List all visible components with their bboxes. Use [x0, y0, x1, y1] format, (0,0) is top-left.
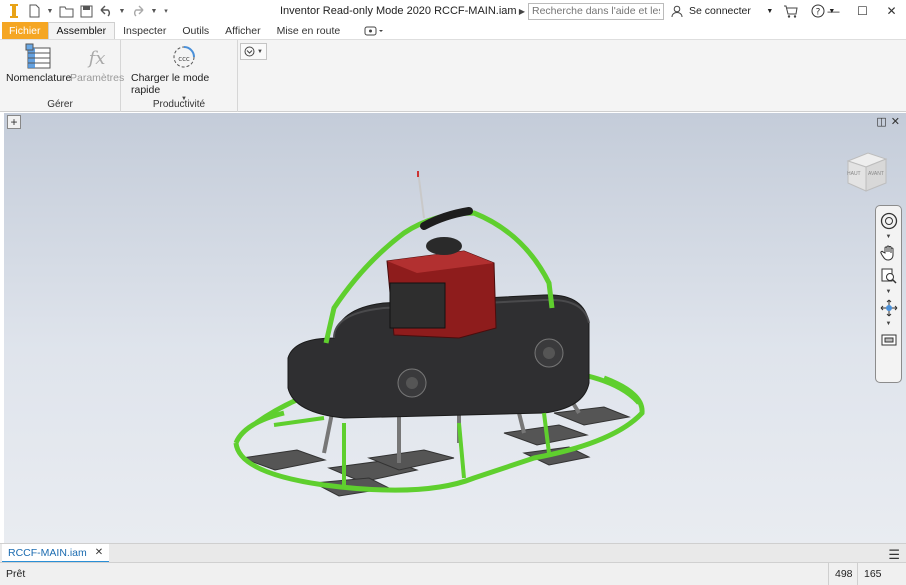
tab-assembler[interactable]: Assembler: [47, 22, 116, 39]
status-value-1: 498: [828, 563, 859, 585]
ribbon-extra-caret-icon: ▼: [257, 48, 263, 55]
tab-outils[interactable]: Outils: [174, 22, 217, 39]
undo-dropdown-icon[interactable]: ▼: [118, 8, 126, 15]
assembly-model[interactable]: [4, 113, 906, 543]
nomenclature-icon: [23, 42, 55, 72]
minimize-icon[interactable]: —: [819, 0, 848, 22]
nomenclature-button[interactable]: Nomenclature: [6, 42, 71, 84]
charger-mode-rapide-button[interactable]: ccc Charger le mode rapide ▼: [131, 42, 237, 102]
close-icon[interactable]: ✕: [877, 0, 906, 22]
title-right-tools: ▶ Se connecter ▼ ? ▼: [516, 0, 837, 22]
pan-hand-icon[interactable]: [878, 242, 900, 264]
svg-text:fx: fx: [87, 48, 106, 69]
svg-text:ccc: ccc: [178, 55, 190, 63]
document-menu-icon[interactable]: ☰: [888, 547, 900, 563]
new-file-dropdown-icon[interactable]: ▼: [46, 8, 54, 15]
open-folder-icon[interactable]: [58, 3, 74, 19]
ribbon-extra-icon: [244, 46, 255, 57]
graphics-viewport[interactable]: + ◫ ✕ HAUT AVANT ▼ ▼ ▼: [4, 113, 906, 543]
document-tab-label: RCCF-MAIN.iam: [8, 546, 87, 559]
view-cube[interactable]: HAUT AVANT: [842, 147, 890, 195]
document-tab-bar: RCCF-MAIN.iam ✕ ☰: [0, 543, 906, 563]
sign-in-link[interactable]: Se connecter: [685, 0, 755, 22]
parametres-button[interactable]: fx Paramètres: [70, 42, 124, 84]
panel-productivite: ccc Charger le mode rapide ▼ Productivit…: [121, 40, 238, 112]
handle-grip: [420, 207, 473, 230]
status-value-2: 165: [857, 563, 888, 585]
ribbon-tabs: Fichier Assembler Inspecter Outils Affic…: [0, 22, 906, 39]
motor-side-box: [389, 282, 446, 329]
orbit-dropdown-icon[interactable]: ▼: [886, 320, 892, 328]
view-cube-front-label: AVANT: [868, 171, 884, 177]
parametres-fx-icon: fx: [81, 42, 113, 72]
user-icon[interactable]: [669, 0, 685, 22]
cart-icon[interactable]: [781, 0, 801, 22]
maximize-icon[interactable]: ☐: [848, 0, 877, 22]
tab-mise-en-route[interactable]: Mise en route: [269, 22, 349, 39]
orbit-icon[interactable]: [878, 297, 900, 319]
motor-top-cap: [426, 237, 462, 255]
view-cube-top-label: HAUT: [847, 171, 861, 177]
redo-icon[interactable]: [130, 3, 146, 19]
help-search-input[interactable]: [528, 2, 664, 20]
title-bar: ▼ ▼ ▼ ▾ Inventor Read-only Mode 2020 RCC…: [0, 0, 906, 22]
panel-gerer-title: Gérer: [47, 99, 73, 110]
customize-toolbar-icon[interactable]: ▾: [162, 7, 170, 15]
document-tab-close-icon[interactable]: ✕: [95, 547, 103, 558]
charger-mode-rapide-label: Charger le mode rapide: [131, 72, 210, 96]
undo-icon[interactable]: [98, 3, 114, 19]
panel-gerer: Nomenclature fx Paramètres Gérer: [0, 40, 124, 112]
status-bar: Prêt 498 165: [0, 562, 906, 585]
quick-access-toolbar: ▼ ▼ ▼ ▾: [0, 3, 170, 19]
tab-fichier[interactable]: Fichier: [2, 22, 48, 39]
steering-wheel-icon[interactable]: [878, 210, 900, 232]
parametres-label: Paramètres: [70, 72, 125, 84]
new-file-icon[interactable]: [26, 3, 42, 19]
express-mode-icon: ccc: [168, 42, 200, 72]
window-controls: — ☐ ✕: [819, 0, 906, 22]
tab-inspecter[interactable]: Inspecter: [115, 22, 174, 39]
antenna: [417, 170, 425, 219]
redo-dropdown-icon[interactable]: ▼: [150, 8, 158, 15]
look-at-icon[interactable]: [878, 329, 900, 351]
save-icon[interactable]: [78, 3, 94, 19]
navigation-bar: ▼ ▼ ▼: [875, 205, 902, 383]
sign-in-dropdown-icon[interactable]: ▼: [765, 0, 775, 22]
panel-productivite-title: Productivité: [152, 99, 206, 110]
ribbon-display-options-icon[interactable]: [358, 22, 390, 39]
ribbon-extra-dropdown[interactable]: ▼: [240, 43, 267, 60]
zoom-icon[interactable]: [878, 265, 900, 287]
zoom-dropdown-icon[interactable]: ▼: [886, 288, 892, 296]
tab-afficher[interactable]: Afficher: [217, 22, 268, 39]
steering-wheel-dropdown-icon[interactable]: ▼: [886, 233, 892, 241]
ribbon: Nomenclature fx Paramètres Gérer ccc Cha…: [0, 39, 906, 112]
nomenclature-label: Nomenclature: [6, 72, 72, 84]
window-title: Inventor Read-only Mode 2020 RCCF-MAIN.i…: [280, 5, 517, 17]
document-tab-rccf-main[interactable]: RCCF-MAIN.iam ✕: [2, 544, 110, 563]
search-expand-icon[interactable]: ▶: [516, 0, 528, 22]
status-text: Prêt: [6, 568, 26, 580]
inventor-logo-icon[interactable]: [6, 3, 22, 19]
